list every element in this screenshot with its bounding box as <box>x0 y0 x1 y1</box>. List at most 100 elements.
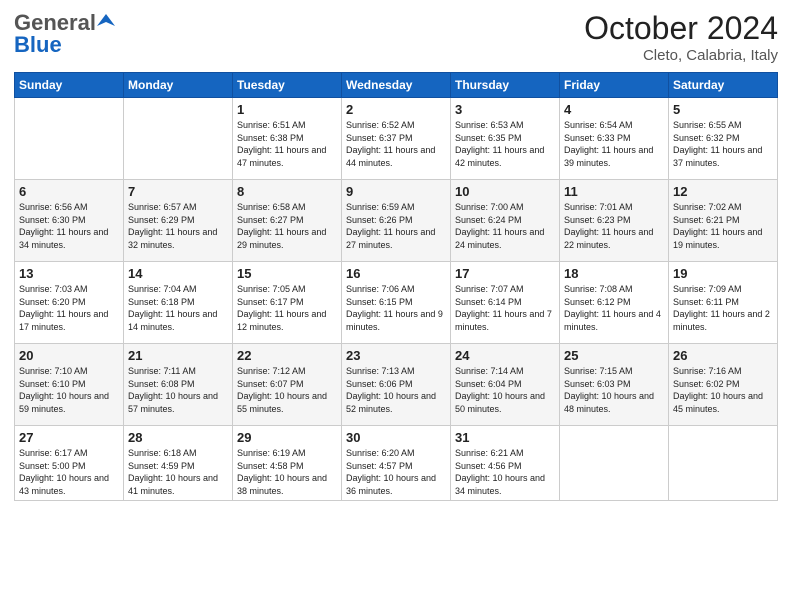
cell-info: Sunrise: 6:17 AMSunset: 5:00 PMDaylight:… <box>19 447 119 497</box>
cell-info: Sunrise: 7:15 AMSunset: 6:03 PMDaylight:… <box>564 365 664 415</box>
logo-bird-icon <box>97 12 115 30</box>
day-number: 16 <box>346 266 446 281</box>
calendar-cell: 15 Sunrise: 7:05 AMSunset: 6:17 PMDayligh… <box>233 262 342 344</box>
day-number: 14 <box>128 266 228 281</box>
day-number: 12 <box>673 184 773 199</box>
cell-info: Sunrise: 6:56 AMSunset: 6:30 PMDaylight:… <box>19 201 119 251</box>
cell-info: Sunrise: 7:00 AMSunset: 6:24 PMDaylight:… <box>455 201 555 251</box>
col-header-saturday: Saturday <box>669 73 778 98</box>
calendar-table: SundayMondayTuesdayWednesdayThursdayFrid… <box>14 72 778 501</box>
calendar-cell: 3 Sunrise: 6:53 AMSunset: 6:35 PMDaylight… <box>451 98 560 180</box>
day-number: 19 <box>673 266 773 281</box>
calendar-cell <box>669 426 778 501</box>
calendar-cell: 5 Sunrise: 6:55 AMSunset: 6:32 PMDaylight… <box>669 98 778 180</box>
calendar-cell: 20 Sunrise: 7:10 AMSunset: 6:10 PMDayligh… <box>15 344 124 426</box>
title-block: October 2024 Cleto, Calabria, Italy <box>584 10 778 64</box>
cell-info: Sunrise: 7:13 AMSunset: 6:06 PMDaylight:… <box>346 365 446 415</box>
calendar-cell: 10 Sunrise: 7:00 AMSunset: 6:24 PMDayligh… <box>451 180 560 262</box>
day-number: 13 <box>19 266 119 281</box>
calendar-cell: 31 Sunrise: 6:21 AMSunset: 4:56 PMDayligh… <box>451 426 560 501</box>
calendar-cell: 19 Sunrise: 7:09 AMSunset: 6:11 PMDayligh… <box>669 262 778 344</box>
calendar-cell: 29Sunrise: 6:19 AMSunset: 4:58 PMDayligh… <box>233 426 342 501</box>
col-header-sunday: Sunday <box>15 73 124 98</box>
day-number: 26 <box>673 348 773 363</box>
cell-info: Sunrise: 6:18 AMSunset: 4:59 PMDaylight:… <box>128 447 228 497</box>
cell-info: Sunrise: 7:08 AMSunset: 6:12 PMDaylight:… <box>564 283 664 333</box>
calendar-cell <box>124 98 233 180</box>
calendar-week-row: 13 Sunrise: 7:03 AMSunset: 6:20 PMDayligh… <box>15 262 778 344</box>
day-number: 10 <box>455 184 555 199</box>
day-number: 15 <box>237 266 337 281</box>
day-number: 30 <box>346 430 446 445</box>
calendar-cell: 28Sunrise: 6:18 AMSunset: 4:59 PMDayligh… <box>124 426 233 501</box>
day-number: 3 <box>455 102 555 117</box>
cell-info: Sunrise: 6:53 AMSunset: 6:35 PMDaylight:… <box>455 119 555 169</box>
cell-info: Sunrise: 6:57 AMSunset: 6:29 PMDaylight:… <box>128 201 228 251</box>
logo-blue: Blue <box>14 32 62 58</box>
cell-info: Sunrise: 6:55 AMSunset: 6:32 PMDaylight:… <box>673 119 773 169</box>
day-number: 31 <box>455 430 555 445</box>
day-number: 2 <box>346 102 446 117</box>
day-number: 5 <box>673 102 773 117</box>
calendar-cell: 8 Sunrise: 6:58 AMSunset: 6:27 PMDaylight… <box>233 180 342 262</box>
cell-info: Sunrise: 7:02 AMSunset: 6:21 PMDaylight:… <box>673 201 773 251</box>
calendar-cell: 27 Sunrise: 6:17 AMSunset: 5:00 PMDayligh… <box>15 426 124 501</box>
calendar-cell: 23 Sunrise: 7:13 AMSunset: 6:06 PMDayligh… <box>342 344 451 426</box>
cell-info: Sunrise: 7:10 AMSunset: 6:10 PMDaylight:… <box>19 365 119 415</box>
cell-info: Sunrise: 6:58 AMSunset: 6:27 PMDaylight:… <box>237 201 337 251</box>
day-number: 20 <box>19 348 119 363</box>
cell-info: Sunrise: 7:11 AMSunset: 6:08 PMDaylight:… <box>128 365 228 415</box>
calendar-cell: 7Sunrise: 6:57 AMSunset: 6:29 PMDaylight… <box>124 180 233 262</box>
calendar-cell: 1 Sunrise: 6:51 AMSunset: 6:38 PMDaylight… <box>233 98 342 180</box>
logo: General Blue <box>14 10 115 58</box>
calendar-cell <box>15 98 124 180</box>
calendar-week-row: 1 Sunrise: 6:51 AMSunset: 6:38 PMDaylight… <box>15 98 778 180</box>
cell-info: Sunrise: 6:59 AMSunset: 6:26 PMDaylight:… <box>346 201 446 251</box>
calendar-cell: 24 Sunrise: 7:14 AMSunset: 6:04 PMDayligh… <box>451 344 560 426</box>
calendar-cell: 26 Sunrise: 7:16 AMSunset: 6:02 PMDayligh… <box>669 344 778 426</box>
col-header-wednesday: Wednesday <box>342 73 451 98</box>
cell-info: Sunrise: 6:51 AMSunset: 6:38 PMDaylight:… <box>237 119 337 169</box>
day-number: 21 <box>128 348 228 363</box>
cell-info: Sunrise: 7:16 AMSunset: 6:02 PMDaylight:… <box>673 365 773 415</box>
calendar-cell: 17 Sunrise: 7:07 AMSunset: 6:14 PMDayligh… <box>451 262 560 344</box>
calendar-cell: 11 Sunrise: 7:01 AMSunset: 6:23 PMDayligh… <box>560 180 669 262</box>
cell-info: Sunrise: 7:05 AMSunset: 6:17 PMDaylight:… <box>237 283 337 333</box>
page: General Blue October 2024 Cleto, Calabri… <box>0 0 792 612</box>
cell-info: Sunrise: 7:14 AMSunset: 6:04 PMDaylight:… <box>455 365 555 415</box>
day-number: 1 <box>237 102 337 117</box>
day-number: 8 <box>237 184 337 199</box>
cell-info: Sunrise: 6:21 AMSunset: 4:56 PMDaylight:… <box>455 447 555 497</box>
day-number: 27 <box>19 430 119 445</box>
day-number: 17 <box>455 266 555 281</box>
cell-info: Sunrise: 6:52 AMSunset: 6:37 PMDaylight:… <box>346 119 446 169</box>
cell-info: Sunrise: 7:01 AMSunset: 6:23 PMDaylight:… <box>564 201 664 251</box>
cell-info: Sunrise: 7:12 AMSunset: 6:07 PMDaylight:… <box>237 365 337 415</box>
month-title: October 2024 <box>584 10 778 47</box>
day-number: 22 <box>237 348 337 363</box>
day-number: 18 <box>564 266 664 281</box>
day-number: 23 <box>346 348 446 363</box>
calendar-header-row: SundayMondayTuesdayWednesdayThursdayFrid… <box>15 73 778 98</box>
calendar-cell: 21 Sunrise: 7:11 AMSunset: 6:08 PMDayligh… <box>124 344 233 426</box>
calendar-cell: 4Sunrise: 6:54 AMSunset: 6:33 PMDaylight… <box>560 98 669 180</box>
calendar-cell: 16 Sunrise: 7:06 AMSunset: 6:15 PMDayligh… <box>342 262 451 344</box>
calendar-cell: 9Sunrise: 6:59 AMSunset: 6:26 PMDaylight… <box>342 180 451 262</box>
calendar-cell: 13 Sunrise: 7:03 AMSunset: 6:20 PMDayligh… <box>15 262 124 344</box>
day-number: 24 <box>455 348 555 363</box>
calendar-cell: 25Sunrise: 7:15 AMSunset: 6:03 PMDayligh… <box>560 344 669 426</box>
calendar-week-row: 20 Sunrise: 7:10 AMSunset: 6:10 PMDayligh… <box>15 344 778 426</box>
cell-info: Sunrise: 7:06 AMSunset: 6:15 PMDaylight:… <box>346 283 446 333</box>
cell-info: Sunrise: 7:07 AMSunset: 6:14 PMDaylight:… <box>455 283 555 333</box>
col-header-tuesday: Tuesday <box>233 73 342 98</box>
day-number: 11 <box>564 184 664 199</box>
day-number: 29 <box>237 430 337 445</box>
col-header-friday: Friday <box>560 73 669 98</box>
calendar-cell: 12 Sunrise: 7:02 AMSunset: 6:21 PMDayligh… <box>669 180 778 262</box>
cell-info: Sunrise: 7:03 AMSunset: 6:20 PMDaylight:… <box>19 283 119 333</box>
cell-info: Sunrise: 6:20 AMSunset: 4:57 PMDaylight:… <box>346 447 446 497</box>
cell-info: Sunrise: 7:09 AMSunset: 6:11 PMDaylight:… <box>673 283 773 333</box>
col-header-monday: Monday <box>124 73 233 98</box>
calendar-cell <box>560 426 669 501</box>
col-header-thursday: Thursday <box>451 73 560 98</box>
